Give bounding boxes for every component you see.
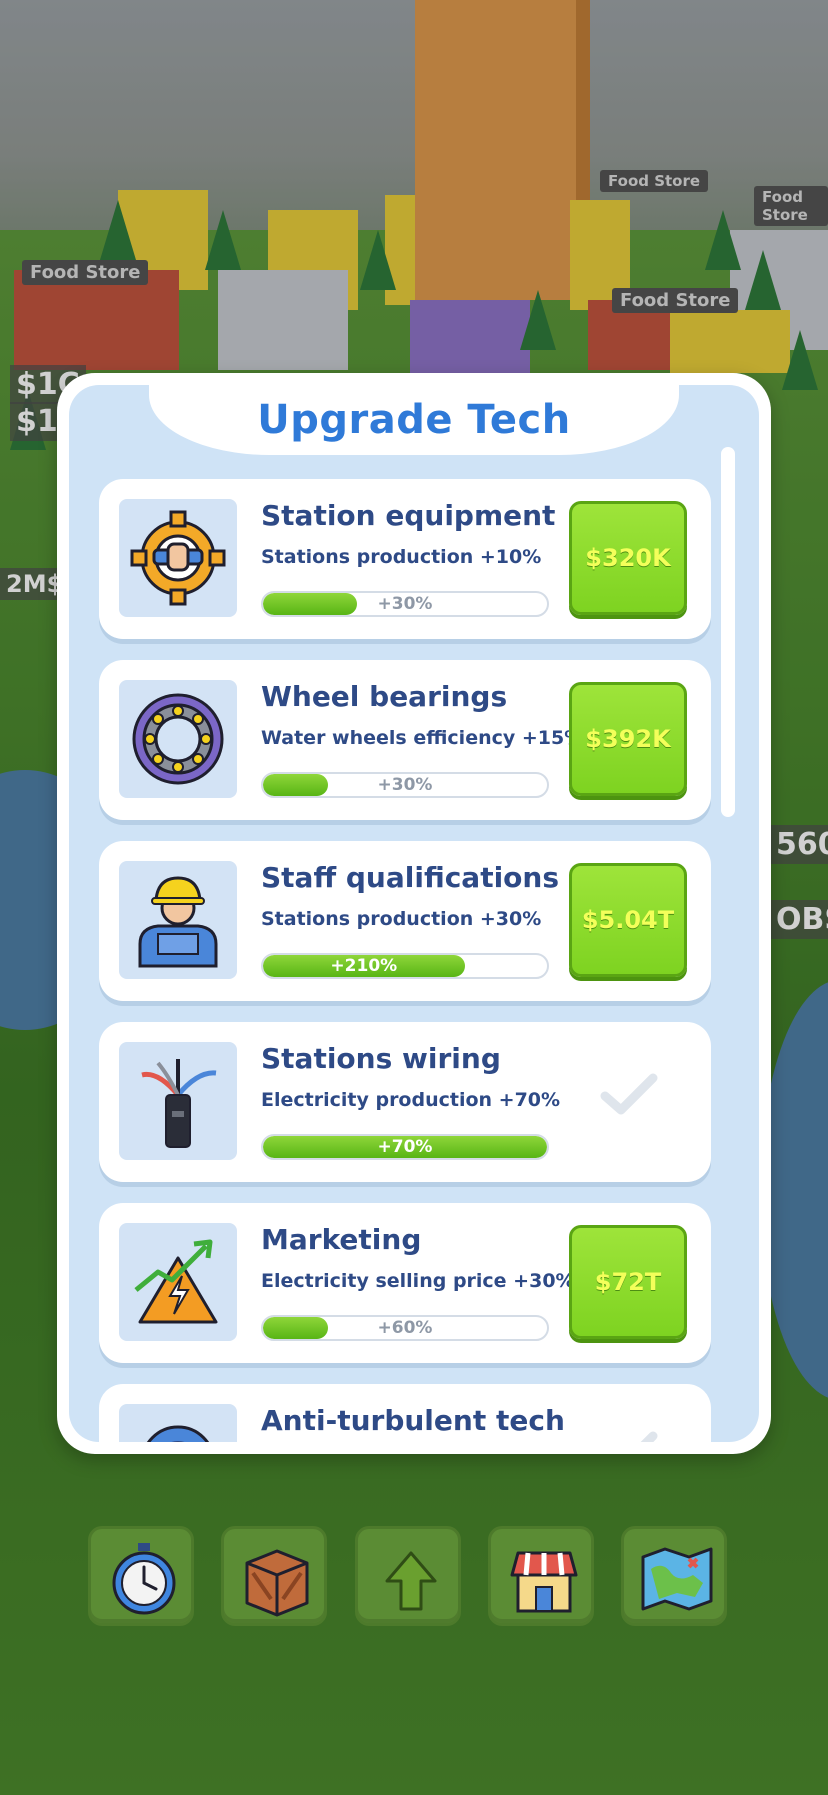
upgrade-description: Electricity production +70%	[261, 1089, 561, 1111]
gear-wrench-icon	[130, 510, 226, 606]
upgrade-card-anti-turbulent-tech: Anti-turbulent tech	[99, 1384, 711, 1442]
progress-bar: +70%	[261, 1134, 549, 1160]
upgrade-description: Stations production +30%	[261, 908, 542, 930]
map-icon	[641, 1547, 713, 1611]
icon-box	[119, 499, 237, 617]
shop-button[interactable]	[488, 1526, 594, 1626]
upgrade-description: Water wheels efficiency +15%	[261, 727, 584, 749]
progress-bar: +30%	[261, 772, 549, 798]
icon-box	[119, 1042, 237, 1160]
upgrade-title: Marketing	[261, 1223, 422, 1256]
upgrade-description: Stations production +10%	[261, 546, 542, 568]
upgrade-description: Electricity selling price +30%	[261, 1270, 575, 1292]
checkmark-icon	[600, 1073, 658, 1115]
progress-label: +210%	[330, 956, 398, 976]
icon-box	[119, 680, 237, 798]
boosts-button[interactable]	[88, 1526, 194, 1626]
scrollbar[interactable]	[721, 447, 735, 817]
buy-button[interactable]: $5.04T	[569, 863, 687, 977]
upgrade-card-station-equipment: Station equipment Stations production +1…	[99, 479, 711, 639]
progress-bar: +60%	[261, 1315, 549, 1341]
bearing-icon	[132, 693, 224, 785]
progress-label: +60%	[377, 1318, 433, 1338]
upgrade-card-stations-wiring: Stations wiring Electricity production +…	[99, 1022, 711, 1182]
upgrade-card-marketing: Marketing Electricity selling price +30%…	[99, 1203, 711, 1363]
progress-label: +70%	[377, 1137, 433, 1157]
progress-bar: +30%	[261, 591, 549, 617]
upgrade-card-staff-qualifications: Staff qualifications Stations production…	[99, 841, 711, 1001]
map-button[interactable]	[621, 1526, 727, 1626]
upgrade-arrow-icon	[385, 1551, 437, 1611]
progress-bar: +210%	[261, 953, 549, 979]
upgrade-list-panel: Upgrade Tech Station equipment Stations …	[69, 385, 759, 1442]
upgrade-title: Station equipment	[261, 499, 556, 532]
stopwatch-icon	[112, 1543, 176, 1615]
progress-label: +30%	[377, 775, 433, 795]
turbine-icon	[146, 1425, 210, 1442]
upgrade-title: Anti-turbulent tech	[261, 1404, 565, 1437]
marketing-icon	[134, 1239, 218, 1324]
upgrade-card-wheel-bearings: Wheel bearings Water wheels efficiency +…	[99, 660, 711, 820]
shop-icon	[510, 1551, 578, 1613]
buy-button[interactable]: $320K	[569, 501, 687, 615]
crate-button[interactable]	[221, 1526, 327, 1626]
crate-icon	[245, 1549, 309, 1617]
cable-icon	[141, 1059, 217, 1148]
upgrade-title: Wheel bearings	[261, 680, 508, 713]
progress-label: +30%	[377, 594, 433, 614]
icon-box	[119, 861, 237, 979]
upgrade-title: Staff qualifications	[261, 861, 560, 894]
worker-icon	[138, 876, 218, 968]
buy-button[interactable]: $72T	[569, 1225, 687, 1339]
icon-box	[119, 1223, 237, 1341]
modal-title: Upgrade Tech	[257, 397, 571, 443]
icon-box	[119, 1404, 237, 1442]
upgrade-tech-modal: Upgrade Tech Station equipment Stations …	[57, 373, 771, 1454]
upgrade-button[interactable]	[355, 1526, 461, 1626]
upgrade-title: Stations wiring	[261, 1042, 501, 1075]
buy-button[interactable]: $392K	[569, 682, 687, 796]
checkmark-icon	[640, 1431, 658, 1442]
